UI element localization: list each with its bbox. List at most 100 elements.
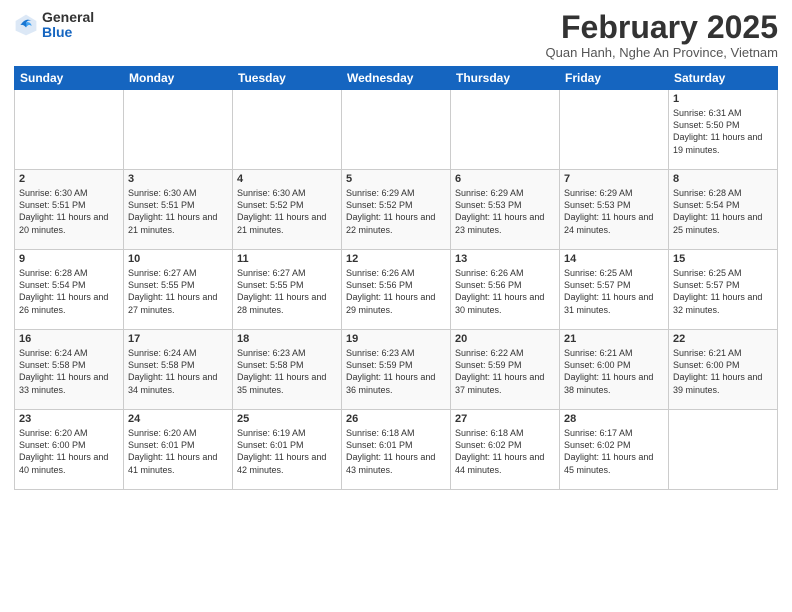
day-info: Sunrise: 6:28 AM Sunset: 5:54 PM Dayligh…: [19, 267, 119, 316]
calendar-cell: 21 Sunrise: 6:21 AM Sunset: 6:00 PM Dayli…: [560, 330, 669, 410]
month-title: February 2025: [546, 10, 778, 45]
day-info: Sunrise: 6:23 AM Sunset: 5:58 PM Dayligh…: [237, 347, 337, 396]
calendar-cell: 16 Sunrise: 6:24 AM Sunset: 5:58 PM Dayli…: [15, 330, 124, 410]
calendar-cell: 1 Sunrise: 6:31 AM Sunset: 5:50 PM Daylig…: [669, 90, 778, 170]
calendar-cell: 5 Sunrise: 6:29 AM Sunset: 5:52 PM Daylig…: [342, 170, 451, 250]
col-header-sunday: Sunday: [15, 67, 124, 90]
calendar-cell: 13 Sunrise: 6:26 AM Sunset: 5:56 PM Dayli…: [451, 250, 560, 330]
calendar-cell: [342, 90, 451, 170]
day-info: Sunrise: 6:22 AM Sunset: 5:59 PM Dayligh…: [455, 347, 555, 396]
day-number: 1: [673, 93, 773, 105]
title-block: February 2025 Quan Hanh, Nghe An Provinc…: [546, 10, 778, 60]
col-header-thursday: Thursday: [451, 67, 560, 90]
calendar-cell: 22 Sunrise: 6:21 AM Sunset: 6:00 PM Dayli…: [669, 330, 778, 410]
calendar-cell: 14 Sunrise: 6:25 AM Sunset: 5:57 PM Dayli…: [560, 250, 669, 330]
day-number: 25: [237, 413, 337, 425]
calendar-cell: 12 Sunrise: 6:26 AM Sunset: 5:56 PM Dayli…: [342, 250, 451, 330]
day-number: 22: [673, 333, 773, 345]
calendar-cell: 15 Sunrise: 6:25 AM Sunset: 5:57 PM Dayli…: [669, 250, 778, 330]
day-info: Sunrise: 6:30 AM Sunset: 5:51 PM Dayligh…: [19, 187, 119, 236]
day-info: Sunrise: 6:26 AM Sunset: 5:56 PM Dayligh…: [455, 267, 555, 316]
day-number: 3: [128, 173, 228, 185]
logo-text: General Blue: [42, 10, 94, 41]
calendar-cell: 8 Sunrise: 6:28 AM Sunset: 5:54 PM Daylig…: [669, 170, 778, 250]
day-number: 15: [673, 253, 773, 265]
day-info: Sunrise: 6:30 AM Sunset: 5:51 PM Dayligh…: [128, 187, 228, 236]
calendar-cell: 7 Sunrise: 6:29 AM Sunset: 5:53 PM Daylig…: [560, 170, 669, 250]
day-info: Sunrise: 6:20 AM Sunset: 6:01 PM Dayligh…: [128, 427, 228, 476]
day-number: 27: [455, 413, 555, 425]
day-info: Sunrise: 6:18 AM Sunset: 6:01 PM Dayligh…: [346, 427, 446, 476]
calendar-week-row: 23 Sunrise: 6:20 AM Sunset: 6:00 PM Dayli…: [15, 410, 778, 490]
day-info: Sunrise: 6:29 AM Sunset: 5:53 PM Dayligh…: [455, 187, 555, 236]
day-info: Sunrise: 6:26 AM Sunset: 5:56 PM Dayligh…: [346, 267, 446, 316]
day-info: Sunrise: 6:25 AM Sunset: 5:57 PM Dayligh…: [673, 267, 773, 316]
calendar-cell: 10Sunrise: 6:27 AM Sunset: 5:55 PM Dayli…: [124, 250, 233, 330]
day-info: Sunrise: 6:20 AM Sunset: 6:00 PM Dayligh…: [19, 427, 119, 476]
day-number: 14: [564, 253, 664, 265]
day-number: 5: [346, 173, 446, 185]
day-number: 4: [237, 173, 337, 185]
day-info: Sunrise: 6:30 AM Sunset: 5:52 PM Dayligh…: [237, 187, 337, 236]
day-number: 24: [128, 413, 228, 425]
logo-blue-text: Blue: [42, 25, 94, 40]
day-number: 23: [19, 413, 119, 425]
day-info: Sunrise: 6:21 AM Sunset: 6:00 PM Dayligh…: [564, 347, 664, 396]
logo-icon: [14, 13, 38, 37]
day-number: 9: [19, 253, 119, 265]
calendar-cell: [451, 90, 560, 170]
day-info: Sunrise: 6:27 AM Sunset: 5:55 PM Dayligh…: [237, 267, 337, 316]
calendar-cell: 20 Sunrise: 6:22 AM Sunset: 5:59 PM Dayli…: [451, 330, 560, 410]
calendar-week-row: 1 Sunrise: 6:31 AM Sunset: 5:50 PM Daylig…: [15, 90, 778, 170]
calendar-week-row: 9 Sunrise: 6:28 AM Sunset: 5:54 PM Daylig…: [15, 250, 778, 330]
day-number: 16: [19, 333, 119, 345]
day-info: Sunrise: 6:29 AM Sunset: 5:53 PM Dayligh…: [564, 187, 664, 236]
day-number: 20: [455, 333, 555, 345]
day-info: Sunrise: 6:25 AM Sunset: 5:57 PM Dayligh…: [564, 267, 664, 316]
col-header-saturday: Saturday: [669, 67, 778, 90]
calendar-cell: 18 Sunrise: 6:23 AM Sunset: 5:58 PM Dayli…: [233, 330, 342, 410]
day-info: Sunrise: 6:29 AM Sunset: 5:52 PM Dayligh…: [346, 187, 446, 236]
day-info: Sunrise: 6:19 AM Sunset: 6:01 PM Dayligh…: [237, 427, 337, 476]
calendar-cell: 25 Sunrise: 6:19 AM Sunset: 6:01 PM Dayli…: [233, 410, 342, 490]
calendar-cell: [669, 410, 778, 490]
calendar-cell: 23 Sunrise: 6:20 AM Sunset: 6:00 PM Dayli…: [15, 410, 124, 490]
day-number: 17: [128, 333, 228, 345]
col-header-monday: Monday: [124, 67, 233, 90]
day-info: Sunrise: 6:18 AM Sunset: 6:02 PM Dayligh…: [455, 427, 555, 476]
day-info: Sunrise: 6:31 AM Sunset: 5:50 PM Dayligh…: [673, 107, 773, 156]
day-info: Sunrise: 6:28 AM Sunset: 5:54 PM Dayligh…: [673, 187, 773, 236]
calendar-cell: 26 Sunrise: 6:18 AM Sunset: 6:01 PM Dayli…: [342, 410, 451, 490]
logo: General Blue: [14, 10, 94, 41]
day-number: 8: [673, 173, 773, 185]
calendar-cell: [15, 90, 124, 170]
calendar-cell: 4 Sunrise: 6:30 AM Sunset: 5:52 PM Daylig…: [233, 170, 342, 250]
calendar-header-row: SundayMondayTuesdayWednesdayThursdayFrid…: [15, 67, 778, 90]
day-number: 7: [564, 173, 664, 185]
col-header-friday: Friday: [560, 67, 669, 90]
day-info: Sunrise: 6:21 AM Sunset: 6:00 PM Dayligh…: [673, 347, 773, 396]
calendar-cell: [124, 90, 233, 170]
day-number: 12: [346, 253, 446, 265]
header: General Blue February 2025 Quan Hanh, Ng…: [14, 10, 778, 60]
day-number: 18: [237, 333, 337, 345]
calendar-cell: 3 Sunrise: 6:30 AM Sunset: 5:51 PM Daylig…: [124, 170, 233, 250]
calendar-week-row: 16 Sunrise: 6:24 AM Sunset: 5:58 PM Dayli…: [15, 330, 778, 410]
calendar-cell: 2Sunrise: 6:30 AM Sunset: 5:51 PM Daylig…: [15, 170, 124, 250]
day-number: 26: [346, 413, 446, 425]
calendar-cell: 24 Sunrise: 6:20 AM Sunset: 6:01 PM Dayli…: [124, 410, 233, 490]
page: General Blue February 2025 Quan Hanh, Ng…: [0, 0, 792, 612]
day-info: Sunrise: 6:24 AM Sunset: 5:58 PM Dayligh…: [19, 347, 119, 396]
day-number: 21: [564, 333, 664, 345]
calendar-cell: 27 Sunrise: 6:18 AM Sunset: 6:02 PM Dayli…: [451, 410, 560, 490]
location-subtitle: Quan Hanh, Nghe An Province, Vietnam: [546, 45, 778, 60]
day-number: 19: [346, 333, 446, 345]
calendar-cell: [233, 90, 342, 170]
day-info: Sunrise: 6:17 AM Sunset: 6:02 PM Dayligh…: [564, 427, 664, 476]
day-info: Sunrise: 6:24 AM Sunset: 5:58 PM Dayligh…: [128, 347, 228, 396]
day-number: 13: [455, 253, 555, 265]
calendar-table: SundayMondayTuesdayWednesdayThursdayFrid…: [14, 66, 778, 490]
calendar-cell: 28Sunrise: 6:17 AM Sunset: 6:02 PM Dayli…: [560, 410, 669, 490]
col-header-wednesday: Wednesday: [342, 67, 451, 90]
day-info: Sunrise: 6:27 AM Sunset: 5:55 PM Dayligh…: [128, 267, 228, 316]
